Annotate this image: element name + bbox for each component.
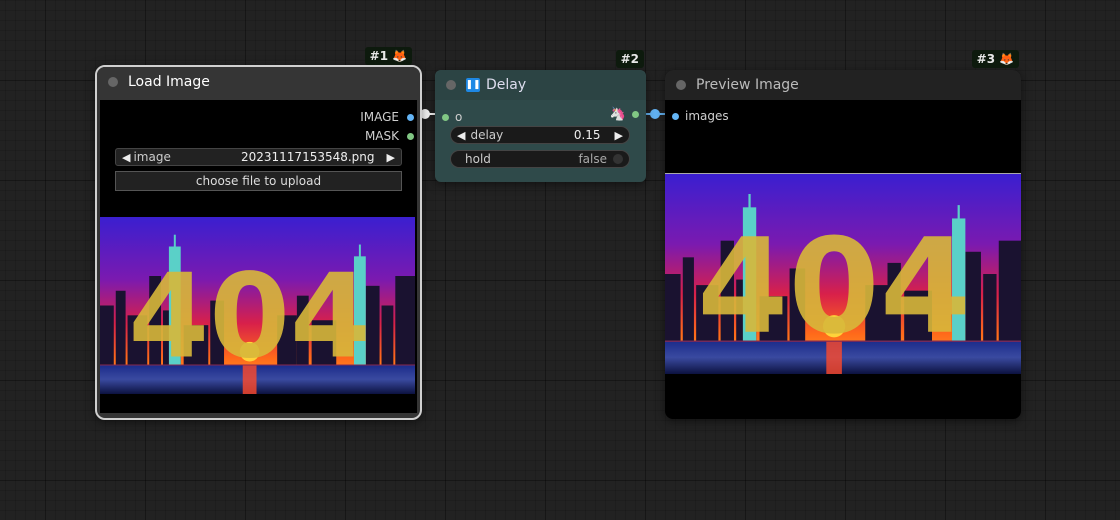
widget-label: delay [470,128,504,142]
delay-number-widget[interactable]: ◀ delay 0.15 ▶ [450,126,630,144]
pause-icon: ❚❚ [465,78,481,92]
slot-dot[interactable] [672,112,679,120]
link-midpoint[interactable] [650,109,660,119]
preview-image-node[interactable]: #3 🦊 Preview Image images [665,50,1021,419]
output-slot-image[interactable]: IMAGE [360,110,414,124]
output-slot-dot[interactable] [632,111,639,118]
upload-button[interactable]: choose file to upload [115,171,402,191]
widget-label: hold [465,152,491,166]
slot-label: IMAGE [360,110,399,124]
preview-image-output [665,173,1021,374]
load-image-node[interactable]: #1 🦊 Load Image IMAGE MASK ◀ image 20231… [95,47,422,420]
collapse-dot[interactable] [676,80,686,90]
loaded-image-preview [100,217,415,394]
node-id: #2 [620,52,639,66]
toggle-knob[interactable] [613,154,623,164]
node-header[interactable]: Preview Image [665,70,1021,100]
node-id: #3 [976,52,996,66]
node-title: Preview Image [696,77,799,93]
left-arrow-icon[interactable]: ◀ [122,151,130,164]
node-id: #1 [369,49,389,63]
widget-value: 0.15 [573,128,601,142]
node-title: Load Image [128,74,210,90]
slot-label: MASK [364,129,399,143]
right-arrow-icon[interactable]: ▶ [615,129,623,142]
slot-dot[interactable] [407,132,414,140]
widget-value: false [578,152,607,166]
fox-icon: 🦊 [392,49,407,63]
hold-toggle-widget[interactable]: hold false [450,150,630,168]
left-arrow-icon[interactable]: ◀ [457,129,465,142]
right-arrow-icon[interactable]: ▶ [387,151,395,164]
input-slot-o[interactable]: o [442,110,462,124]
delay-node[interactable]: #2 ❚❚ Delay o 🦄 ◀ delay 0.15 ▶ hold fals… [435,50,646,182]
slot-dot[interactable] [442,113,449,121]
widget-value: 20231117153548.png [240,150,375,164]
node-id-badge: #1 🦊 [364,47,412,65]
node-title: Delay [486,77,527,93]
node-header[interactable]: Load Image [97,67,420,97]
node-id-badge: #2 [615,50,644,68]
fox-icon: 🦊 [999,52,1014,66]
slot-dot[interactable] [407,113,414,121]
output-slot-mask[interactable]: MASK [365,129,414,143]
node-id-badge: #3 🦊 [971,50,1019,68]
image-select-widget[interactable]: ◀ image 20231117153548.png ▶ [115,148,402,166]
unicorn-icon: 🦄 [609,107,626,122]
widget-label: image [133,150,171,164]
node-header[interactable]: ❚❚ Delay [435,70,646,100]
slot-label: o [455,110,463,124]
slot-label: images [685,109,729,123]
collapse-dot[interactable] [108,77,118,87]
input-slot-images[interactable]: images [672,109,729,123]
collapse-dot[interactable] [446,80,456,90]
